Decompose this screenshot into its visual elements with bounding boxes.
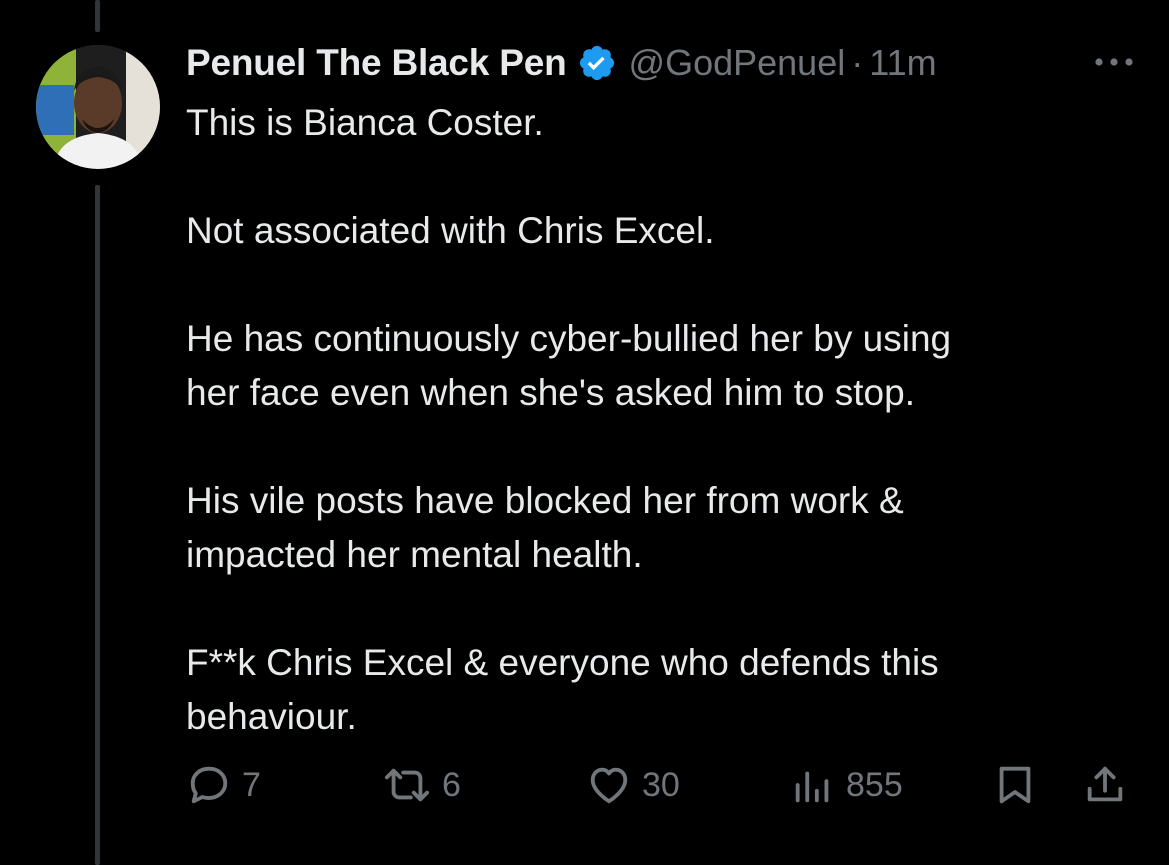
avatar[interactable] [36, 45, 160, 169]
heart-icon [590, 767, 628, 804]
tweet-paragraph: His vile posts have blocked her from wor… [186, 480, 904, 575]
reply-count: 7 [242, 765, 261, 804]
verified-badge-icon[interactable] [577, 43, 617, 83]
tweet-paragraph: He has continuously cyber-bullied her by… [186, 318, 952, 413]
bookmark-button[interactable] [992, 760, 1038, 810]
tweet-paragraph: This is Bianca Coster. [186, 102, 544, 143]
tweet-text: This is Bianca Coster. Not associated wi… [186, 96, 1146, 744]
view-count: 855 [846, 765, 903, 804]
views-chart-icon [795, 771, 829, 803]
more-dots-icon[interactable] [1092, 50, 1136, 74]
thread-line-bottom [95, 185, 100, 865]
separator-dot: · [851, 42, 864, 83]
repost-count: 6 [442, 765, 461, 804]
thread-line-top [95, 0, 100, 32]
author-display-name[interactable]: Penuel The Black Pen [186, 42, 567, 84]
like-count: 30 [642, 765, 680, 804]
reply-icon [190, 766, 228, 804]
tweet-header: Penuel The Black Pen @GodPenuel · 11m [186, 40, 1146, 86]
share-button[interactable] [1082, 760, 1128, 810]
tweet-paragraph: Not associated with Chris Excel. [186, 210, 715, 251]
tweet-actions-bar: 7 6 30 855 [186, 760, 1136, 810]
share-icon [1087, 766, 1123, 802]
views-button[interactable]: 855 [790, 760, 903, 810]
bookmark-icon [999, 766, 1031, 804]
like-button[interactable]: 30 [586, 760, 680, 810]
repost-button[interactable]: 6 [382, 760, 461, 810]
author-handle[interactable]: @GodPenuel [629, 42, 846, 84]
tweet-paragraph: F**k Chris Excel & everyone who defends … [186, 642, 939, 737]
tweet-timestamp[interactable]: 11m [869, 42, 936, 84]
repost-icon [384, 768, 430, 802]
reply-button[interactable]: 7 [186, 760, 261, 810]
